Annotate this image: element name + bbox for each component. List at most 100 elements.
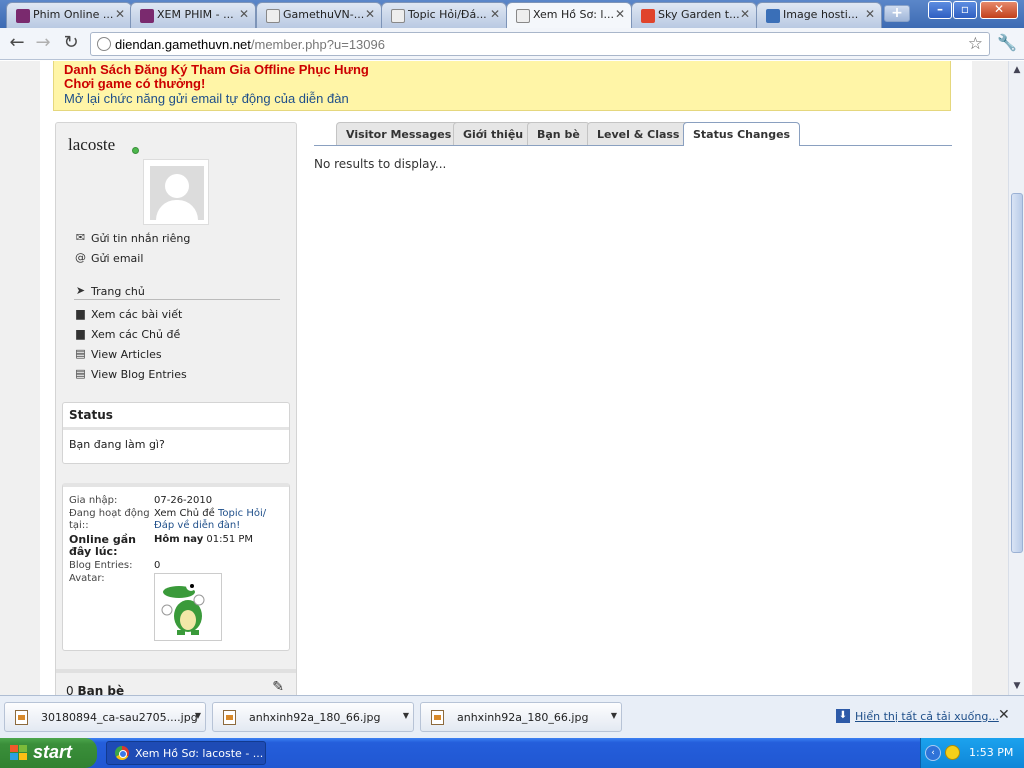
join-date-value: 07-26-2010: [154, 495, 213, 506]
view-blog-entries-link[interactable]: ▤ View Blog Entries: [74, 367, 186, 381]
status-prompt[interactable]: Bạn đang làm gì?: [63, 430, 289, 459]
chrome-icon: [115, 746, 129, 760]
image-file-icon: [431, 710, 444, 725]
friends-section-header: 0 Bạn bè ✎: [56, 669, 296, 695]
member-info-panel: Gia nhập: 07-26-2010 Đang hoạt động tại:…: [62, 483, 290, 651]
chevron-down-icon[interactable]: ▼: [195, 711, 201, 720]
avatar-label: Avatar:: [69, 573, 105, 584]
status-title: Status: [63, 403, 289, 430]
film-icon: [140, 9, 154, 23]
send-private-message-link[interactable]: ✉ Gửi tin nhắn riêng: [74, 231, 190, 245]
announcement-link-email[interactable]: Mở lại chức năng gửi email tự động của d…: [64, 91, 940, 106]
browser-tab-3[interactable]: Topic Hỏi/Đá... ✕: [381, 2, 507, 28]
tab-ban-be[interactable]: Bạn bè: [527, 122, 590, 145]
tray-expand-icon[interactable]: ‹: [925, 745, 941, 761]
last-online-value: Hôm nay 01:51 PM: [154, 534, 254, 545]
at-icon: @: [75, 251, 86, 264]
join-date-label: Gia nhập:: [69, 495, 118, 506]
sidebar-divider: [74, 299, 280, 300]
tab-close-icon[interactable]: ✕: [615, 7, 625, 21]
page-margin-left: [0, 61, 40, 695]
scrollbar-thumb[interactable]: [1011, 193, 1023, 553]
blog-icon: ▤: [75, 367, 86, 380]
browser-tab-strip: Phim Online ... ✕ XEM PHIM - ... ✕ Gamet…: [0, 0, 1024, 29]
taskbar-chrome-window[interactable]: Xem Hồ Sơ: lacoste - ...: [106, 741, 266, 765]
articles-icon: ▤: [75, 347, 86, 360]
show-all-downloads-link[interactable]: ⬇ Hiển thị tất cả tải xuống...: [836, 709, 999, 723]
browser-tab-6[interactable]: Image hosti... ✕: [756, 2, 882, 28]
tab-close-icon[interactable]: ✕: [365, 7, 375, 21]
posts-icon: ▆: [76, 307, 85, 320]
download-item-2[interactable]: anhxinh92a_180_66.jpg ▼: [420, 702, 622, 732]
announcement-link-offline[interactable]: Danh Sách Đăng Ký Tham Gia Offline Phục …: [64, 63, 940, 77]
chevron-down-icon[interactable]: ▼: [403, 711, 409, 720]
reload-button[interactable]: ↻: [60, 33, 82, 55]
tab-label: Image hosti...: [783, 8, 859, 21]
browser-tab-active[interactable]: Xem Hồ Sơ: l... ✕: [506, 2, 632, 29]
tab-visitor-messages[interactable]: Visitor Messages: [336, 122, 462, 145]
no-results-message: No results to display...: [314, 157, 447, 171]
minimize-button[interactable]: –: [928, 1, 952, 19]
status-panel: Status Bạn đang làm gì?: [62, 402, 290, 464]
tab-label: XEM PHIM - ...: [157, 8, 234, 21]
cursor-icon: ➤: [75, 284, 86, 297]
maximize-button[interactable]: ▫: [953, 1, 977, 19]
new-tab-button[interactable]: +: [884, 5, 910, 22]
blog-entries-label: Blog Entries:: [69, 560, 133, 571]
messenger-smiley-icon[interactable]: [945, 745, 960, 760]
crocodile-avatar-image: [154, 573, 222, 641]
url-host: diendan.gamethuvn.net: [115, 37, 251, 52]
announcement-link-game[interactable]: Chơi game có thưởng!: [64, 77, 940, 91]
start-button[interactable]: start: [0, 738, 97, 768]
send-email-link[interactable]: @ Gửi email: [74, 251, 143, 265]
image-file-icon: [223, 710, 236, 725]
tab-label: GamethuVN-...: [283, 8, 365, 21]
tab-level-class[interactable]: Level & Class: [587, 122, 690, 145]
threads-icon: ▆: [76, 327, 85, 340]
tab-gioi-thieu[interactable]: Giới thiệu: [453, 122, 534, 145]
page-margin-right: [972, 61, 1008, 695]
wrench-icon[interactable]: 🔧: [997, 33, 1017, 52]
browser-tab-5[interactable]: Sky Garden t... ✕: [631, 2, 757, 28]
profile-sidebar: lacoste ✉ Gửi tin nhắn riêng @ Gửi email…: [55, 122, 297, 695]
page-icon: [266, 9, 280, 23]
page-scrollbar[interactable]: ▲ ▼: [1008, 61, 1024, 695]
browser-toolbar: ← → ↻ diendan.gamethuvn.net/member.php?u…: [0, 28, 1024, 60]
activity-label: Đang hoạt động tại::: [69, 508, 150, 531]
last-online-label: Online gần đây lúc:: [69, 533, 136, 558]
view-threads-link[interactable]: ▆ Xem các Chủ đề: [74, 327, 180, 341]
tab-label: Phim Online ...: [33, 8, 114, 21]
image-file-icon: [15, 710, 28, 725]
close-icon[interactable]: ✕: [998, 707, 1010, 723]
address-bar[interactable]: diendan.gamethuvn.net/member.php?u=13096…: [90, 32, 990, 56]
browser-tab-2[interactable]: GamethuVN-... ✕: [256, 2, 382, 28]
tab-label: Xem Hồ Sơ: l...: [533, 8, 614, 21]
forward-button[interactable]: →: [32, 33, 54, 55]
view-articles-link[interactable]: ▤ View Articles: [74, 347, 161, 361]
view-posts-link[interactable]: ▆ Xem các bài viết: [74, 307, 182, 321]
announcement-banner: Danh Sách Đăng Ký Tham Gia Offline Phục …: [53, 61, 951, 111]
tab-close-icon[interactable]: ✕: [239, 7, 249, 21]
clock[interactable]: 1:53 PM: [969, 746, 1013, 759]
scroll-up-icon[interactable]: ▲: [1010, 63, 1024, 77]
homepage-link[interactable]: ➤ Trang chủ: [74, 284, 145, 298]
chevron-down-icon[interactable]: ▼: [611, 711, 617, 720]
back-button[interactable]: ←: [6, 33, 28, 55]
scroll-down-icon[interactable]: ▼: [1010, 679, 1024, 693]
tab-close-icon[interactable]: ✕: [740, 7, 750, 21]
pencil-icon[interactable]: ✎: [272, 679, 284, 695]
tab-close-icon[interactable]: ✕: [490, 7, 500, 21]
bookmark-star-icon[interactable]: ☆: [968, 34, 983, 54]
tab-close-icon[interactable]: ✕: [115, 7, 125, 21]
browser-tab-1[interactable]: XEM PHIM - ... ✕: [130, 2, 256, 28]
envelope-icon: ✉: [75, 231, 86, 244]
tab-status-changes[interactable]: Status Changes: [683, 122, 801, 146]
download-item-0[interactable]: 30180894_ca-sau2705....jpg ▼: [4, 702, 206, 732]
download-icon: ⬇: [836, 709, 850, 723]
tab-close-icon[interactable]: ✕: [865, 7, 875, 21]
download-item-1[interactable]: anhxinh92a_180_66.jpg ▼: [212, 702, 414, 732]
tab-label: Topic Hỏi/Đá...: [408, 8, 487, 21]
window-close-button[interactable]: ✕: [980, 1, 1018, 19]
browser-tab-0[interactable]: Phim Online ... ✕: [6, 2, 132, 28]
film-icon: [16, 9, 30, 23]
